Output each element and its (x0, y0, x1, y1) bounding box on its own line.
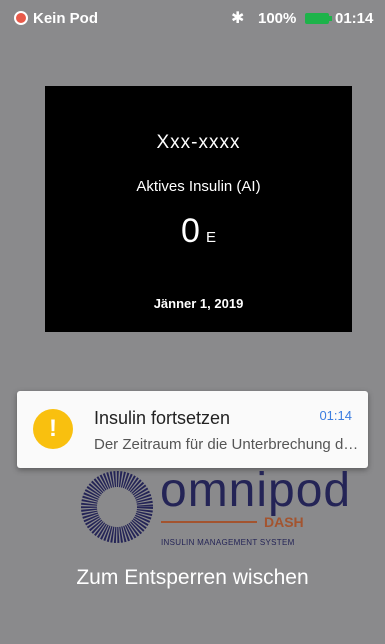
logo-divider (161, 521, 257, 523)
battery-charging-icon (305, 13, 332, 24)
status-bar: Kein Pod ✱ 100% 01:14 (0, 0, 385, 34)
logo-product: DASH (264, 514, 304, 530)
notification-time: 01:14 (319, 408, 352, 423)
exclamation-icon: ! (33, 409, 73, 449)
omnipod-logo-icon (81, 471, 153, 543)
active-insulin-value: 0 (181, 212, 200, 250)
pod-status-label: Kein Pod (33, 10, 99, 27)
notification-text: Der Zeitraum für die Unterbrechung des I… (94, 436, 360, 453)
active-insulin-readout: 0E (45, 212, 352, 251)
notification-title: Insulin fortsetzen (94, 408, 231, 428)
lock-screen[interactable]: Kein Pod ✱ 100% 01:14 Xxx-xxxx Aktives I… (0, 0, 385, 644)
logo-subtitle: INSULIN MANAGEMENT SYSTEM (161, 538, 295, 547)
patient-name: Xxx-xxxx (156, 132, 241, 153)
status-clock: 01:14 (335, 10, 374, 27)
battery-percent: 100% (258, 10, 297, 27)
bluetooth-icon: ✱ (231, 10, 245, 27)
active-insulin-label: Aktives Insulin (AI) (136, 178, 261, 195)
logo-wordmark: omnipod (160, 464, 352, 517)
pod-status-icon (14, 11, 28, 25)
active-insulin-unit: E (205, 229, 216, 246)
swipe-to-unlock-hint: Zum Entsperren wischen (76, 566, 309, 589)
insulin-info-card: Xxx-xxxx Aktives Insulin (AI) 0E Jänner … (45, 86, 352, 332)
card-date: Jänner 1, 2019 (153, 296, 244, 311)
notification-insulin-resume[interactable]: ! Insulin fortsetzen 01:14 Der Zeitraum … (17, 391, 368, 468)
